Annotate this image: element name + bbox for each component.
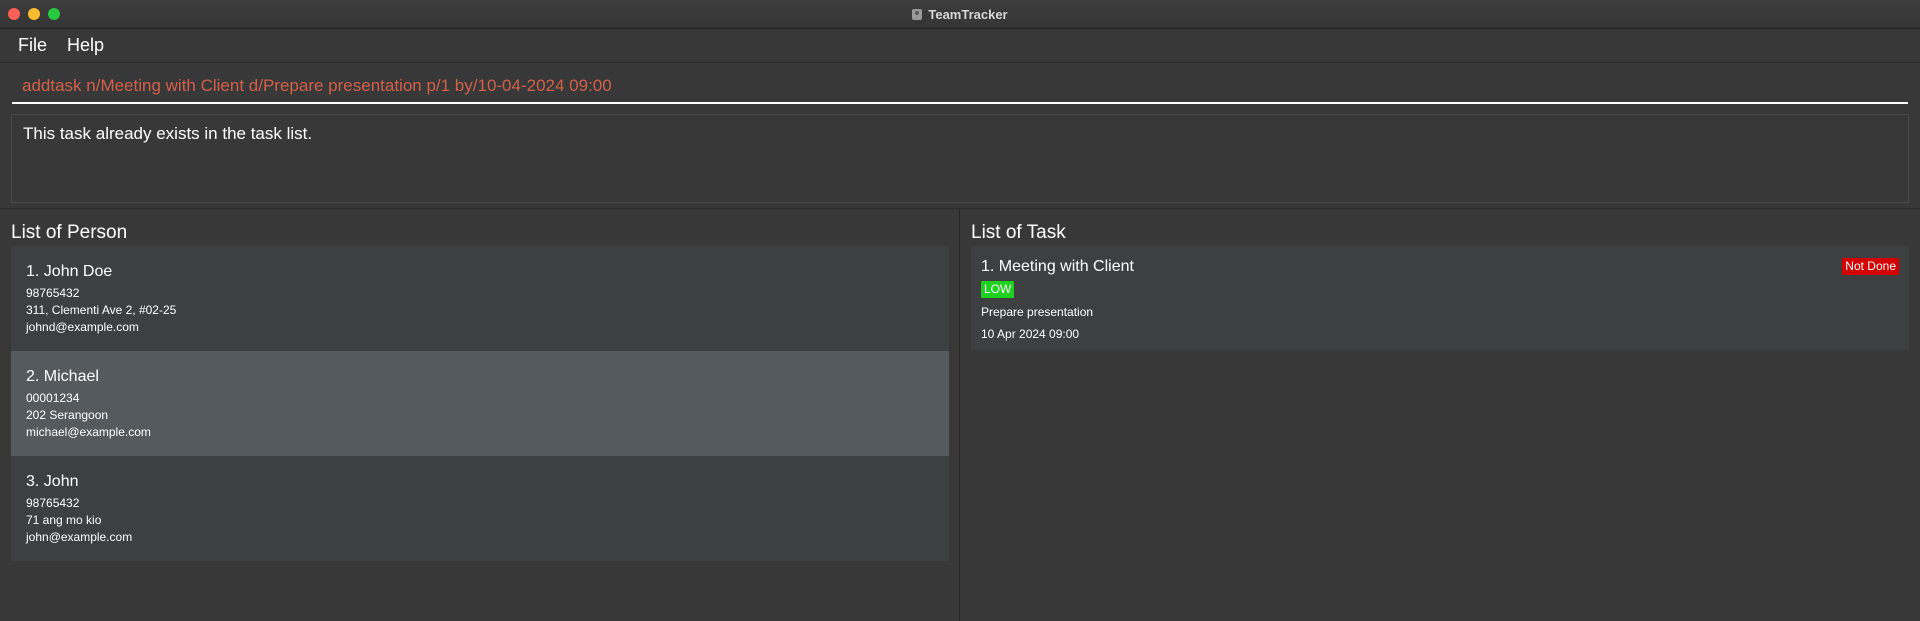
person-address: 311, Clementi Ave 2, #02-25	[26, 303, 177, 317]
minimize-window-button[interactable]	[28, 8, 40, 20]
menu-bar: File Help	[0, 28, 1920, 63]
task-deadline: 10 Apr 2024 09:00	[981, 327, 1080, 341]
window-title: TeamTracker	[928, 6, 1008, 22]
task-description: Prepare presentation	[981, 305, 1094, 319]
maximize-window-button[interactable]	[48, 8, 60, 20]
window-controls	[8, 8, 60, 20]
title-bar: TeamTracker	[0, 0, 1920, 29]
result-message: This task already exists in the task lis…	[23, 124, 313, 143]
window-title-group: TeamTracker	[912, 6, 1008, 22]
app-icon	[912, 8, 923, 20]
result-display: This task already exists in the task lis…	[11, 114, 1909, 203]
person-card-selected[interactable]: 2. Michael 00001234 202 Serangoon michae…	[11, 351, 949, 456]
close-window-button[interactable]	[8, 8, 20, 20]
person-name: 3. John	[26, 473, 79, 490]
menu-help[interactable]: Help	[58, 35, 113, 56]
person-email: john@example.com	[26, 530, 133, 544]
panel-splitter[interactable]	[959, 209, 960, 621]
person-email: johnd@example.com	[26, 320, 139, 334]
person-name: 1. John Doe	[26, 263, 113, 280]
person-name: 2. Michael	[26, 368, 99, 385]
command-box	[12, 68, 1908, 104]
person-email: michael@example.com	[26, 425, 151, 439]
person-phone: 98765432	[26, 496, 80, 510]
section-divider	[0, 208, 1920, 209]
menu-file[interactable]: File	[9, 35, 56, 56]
person-card[interactable]: 3. John 98765432 71 ang mo kio john@exam…	[11, 456, 949, 561]
person-list: 1. John Doe 98765432 311, Clementi Ave 2…	[11, 246, 949, 561]
person-list-title: List of Person	[11, 222, 128, 243]
task-card[interactable]: 1. Meeting with Client Not Done LOW Prep…	[971, 246, 1909, 350]
task-list-title: List of Task	[971, 222, 1066, 243]
task-name: 1. Meeting with Client	[981, 258, 1134, 275]
person-address: 202 Serangoon	[26, 408, 109, 422]
person-phone: 98765432	[26, 286, 80, 300]
person-phone: 00001234	[26, 391, 80, 405]
task-status-badge: Not Done	[1842, 258, 1899, 275]
task-priority-badge: LOW	[981, 281, 1015, 298]
person-address: 71 ang mo kio	[26, 513, 102, 527]
command-input[interactable]	[22, 74, 1882, 98]
person-card[interactable]: 1. John Doe 98765432 311, Clementi Ave 2…	[11, 246, 949, 351]
